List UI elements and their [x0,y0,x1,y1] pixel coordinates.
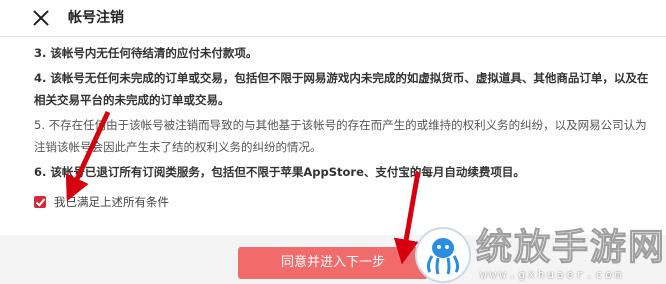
agree-label: 我已满足上述所有条件 [54,195,169,209]
conditions-panel: 3. 该帐号内无任何待结清的应付未付款项。 4. 该帐号无任何未完成的订单或交易… [0,37,666,235]
header-bar: 帐号注销 [0,0,666,37]
condition-item: 5. 不存在任何由于该帐号被注销而导致的与其他基于该帐号的存在而产生的或维持的权… [34,118,647,154]
agree-checkbox-row[interactable]: 我已满足上述所有条件 [34,193,169,211]
condition-item: 3. 该帐号内无任何待结清的应付未付款项。 [34,46,258,60]
agree-next-button[interactable]: 同意并进入下一步 [238,247,428,279]
agree-checkbox[interactable] [34,196,46,208]
page-title: 帐号注销 [68,10,124,26]
condition-item: 6. 该帐号已退订所有订阅类服务，包括但不限于苹果AppStore、支付宝的每月… [34,165,525,179]
condition-item: 4. 该帐号无任何未完成的订单或交易，包括但不限于网易游戏内未完成的如虚拟货币、… [34,71,649,107]
octopus-logo-icon [415,227,471,283]
watermark-text: 统放手游网 [476,227,666,268]
close-icon[interactable] [32,9,50,27]
watermark-url: www.gxhuaer.com [480,268,625,281]
